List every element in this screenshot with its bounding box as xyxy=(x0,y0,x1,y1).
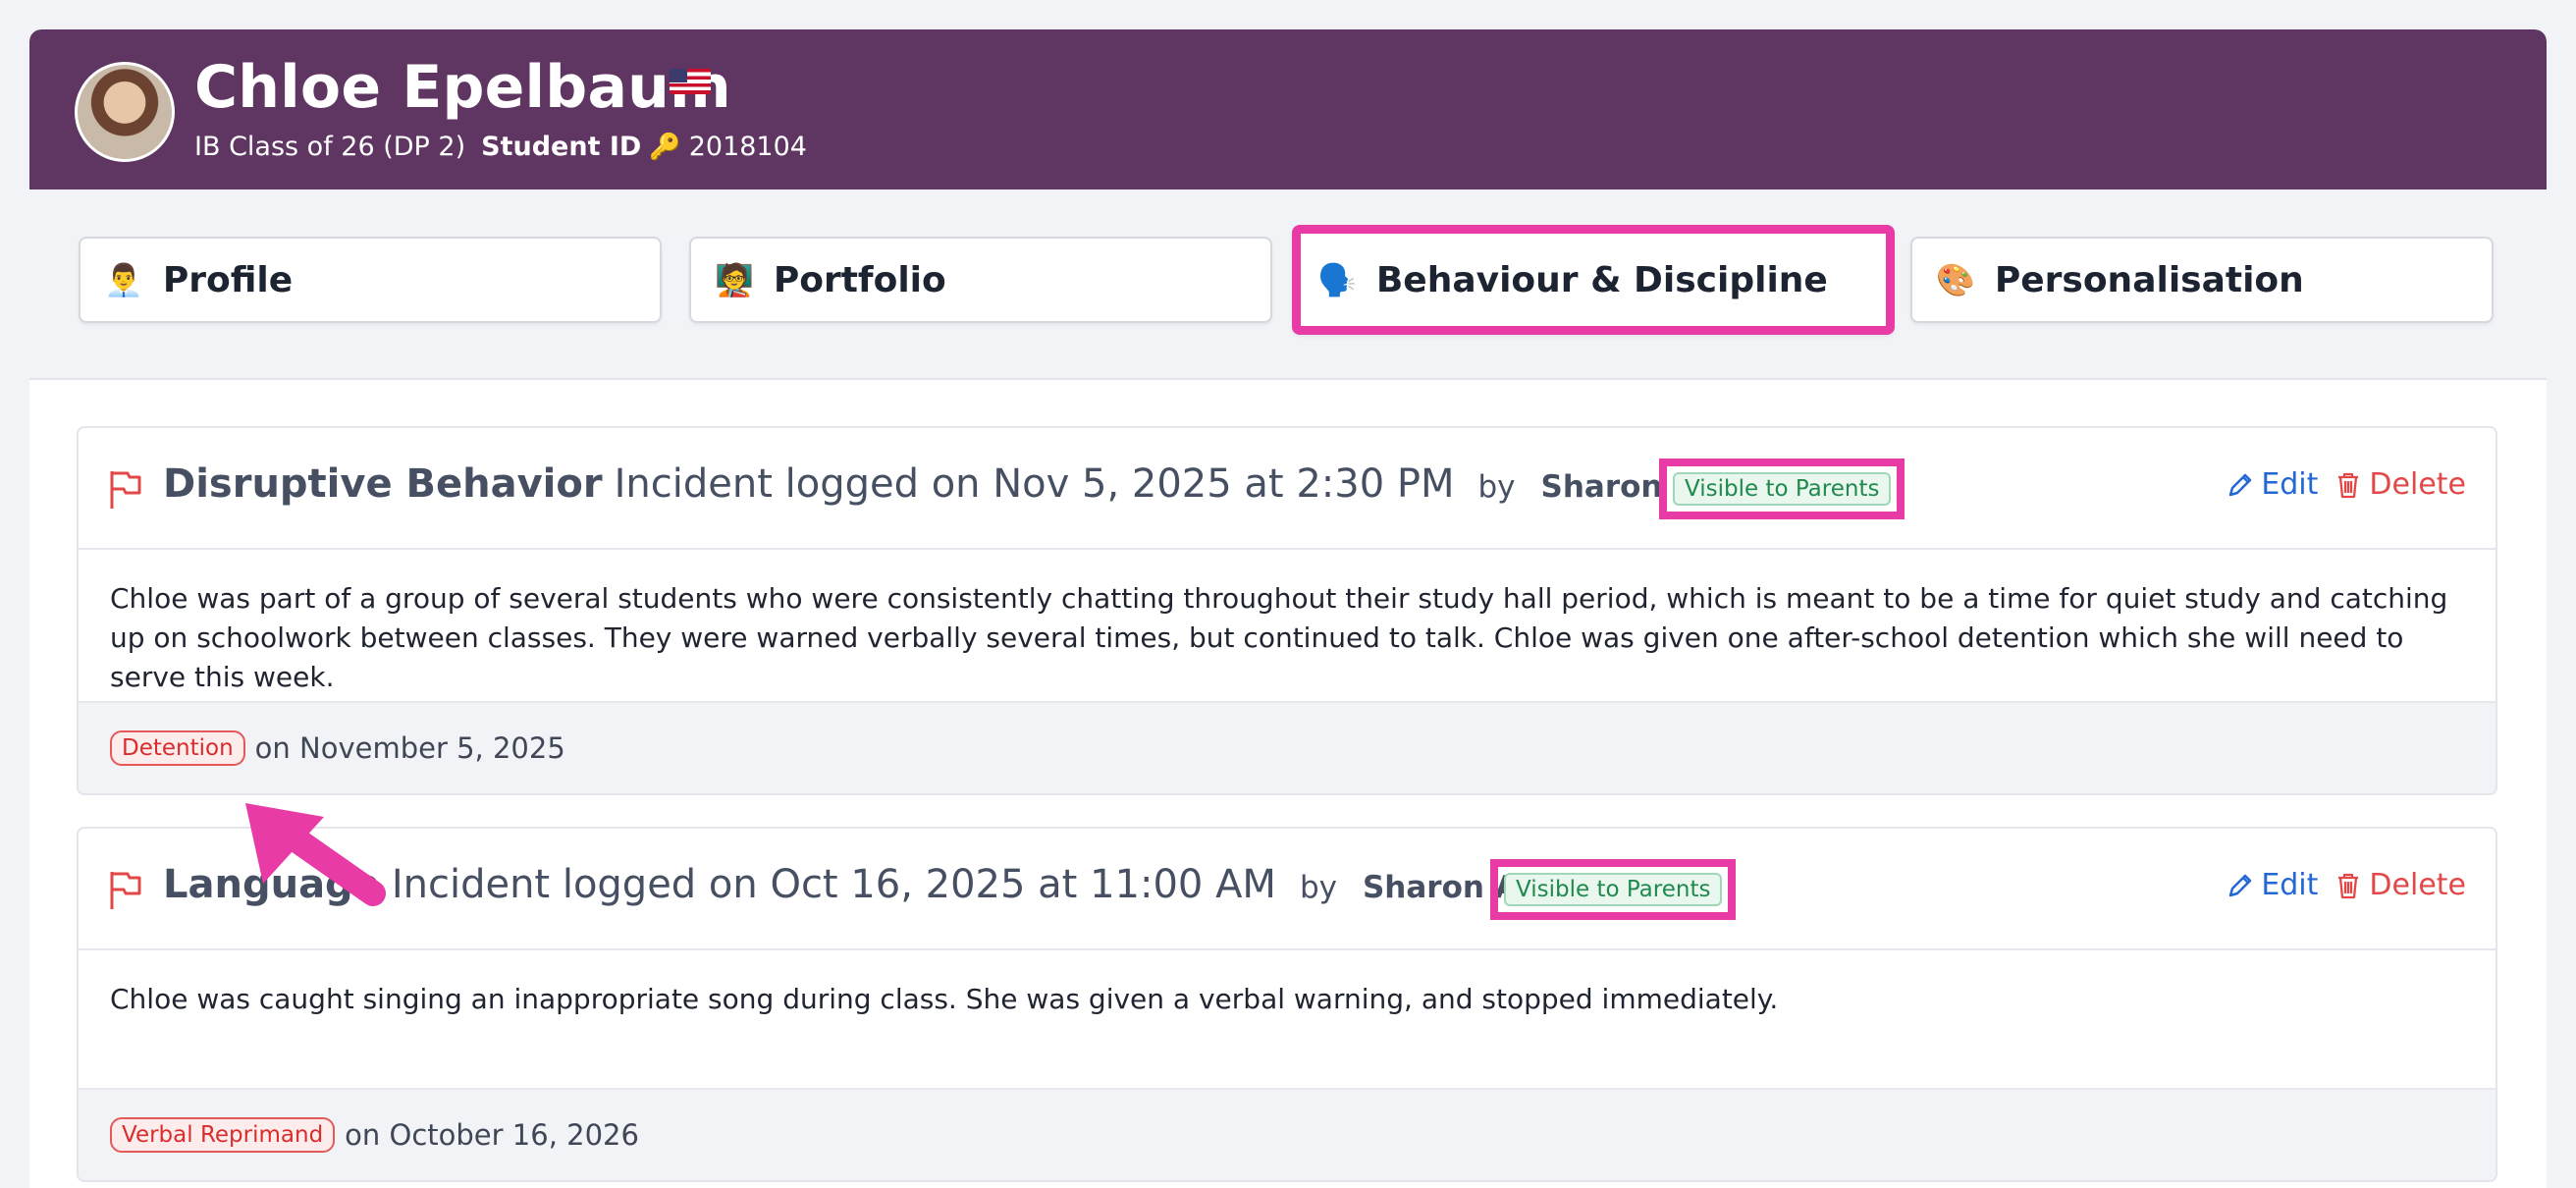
trash-icon xyxy=(2338,472,2359,498)
incident-by: by xyxy=(1477,469,1516,505)
tabs-bar: 👨‍💼 Profile 🧑‍🏫 Portfolio 🗣️ Behaviour &… xyxy=(29,189,2547,380)
incident-logged: Incident logged on Oct 16, 2025 at 11:00… xyxy=(391,862,1276,907)
annotation-arrow-icon xyxy=(245,803,386,906)
incident-card: Disruptive Behavior Incident logged on N… xyxy=(77,426,2497,795)
tab-label: Profile xyxy=(162,259,294,300)
portfolio-icon: 🧑‍🏫 xyxy=(715,261,754,298)
incident-header: Language Incident logged on Oct 16, 2025… xyxy=(79,829,2496,950)
edit-label: Edit xyxy=(2261,868,2319,902)
student-header: Chloe Epelbaum IB Class of 26 (DP 2) Stu… xyxy=(29,29,2547,189)
incident-header: Disruptive Behavior Incident logged on N… xyxy=(79,428,2496,550)
tab-personalisation[interactable]: 🎨 Personalisation xyxy=(1910,237,2494,323)
student-class: IB Class of 26 (DP 2) xyxy=(194,132,466,162)
student-id-value: 2018104 xyxy=(688,132,807,162)
edit-label: Edit xyxy=(2261,467,2319,502)
visibility-badge: Visible to Parents xyxy=(1673,472,1892,506)
tab-label: Portfolio xyxy=(773,259,946,300)
student-record-page: Chloe Epelbaum IB Class of 26 (DP 2) Stu… xyxy=(29,29,2547,1188)
us-flag-icon xyxy=(670,69,711,94)
tab-label: Personalisation xyxy=(1994,259,2304,300)
key-icon: 🔑 xyxy=(649,132,681,162)
edit-button[interactable]: Edit xyxy=(2226,467,2318,502)
incident-description: Chloe was caught singing an inappropriat… xyxy=(110,983,1779,1015)
avatar xyxy=(75,62,175,162)
incident-title: Disruptive Behavior Incident logged on N… xyxy=(163,461,1771,507)
student-id-label: Student ID xyxy=(481,132,642,162)
pencil-icon xyxy=(2229,473,2252,496)
tab-label: Behaviour & Discipline xyxy=(1375,259,1828,300)
incident-type: Disruptive Behavior xyxy=(163,461,603,507)
delete-label: Delete xyxy=(2369,467,2466,502)
visibility-highlight: Visible to Parents xyxy=(1490,859,1737,920)
student-name: Chloe Epelbaum xyxy=(194,53,731,122)
consequence-badge: Verbal Reprimand xyxy=(110,1117,336,1153)
delete-button[interactable]: Delete xyxy=(2334,467,2466,502)
incident-actions: Edit Delete xyxy=(2226,868,2466,902)
trash-icon xyxy=(2338,873,2359,898)
consequence-date: on November 5, 2025 xyxy=(254,731,565,765)
profile-icon: 👨‍💼 xyxy=(104,261,143,298)
pencil-icon xyxy=(2229,874,2252,896)
delete-button[interactable]: Delete xyxy=(2334,868,2466,902)
personalisation-icon: 🎨 xyxy=(1936,261,1975,298)
tab-behaviour-discipline[interactable]: 🗣️ Behaviour & Discipline xyxy=(1292,225,1895,335)
flag-icon xyxy=(110,872,141,909)
flag-icon xyxy=(110,471,141,509)
edit-button[interactable]: Edit xyxy=(2226,868,2318,902)
tab-profile[interactable]: 👨‍💼 Profile xyxy=(79,237,662,323)
student-meta: IB Class of 26 (DP 2) Student ID 🔑 20181… xyxy=(194,132,807,162)
consequence-badge: Detention xyxy=(110,730,245,766)
incident-description: Chloe was part of a group of several stu… xyxy=(110,582,2448,693)
visibility-badge: Visible to Parents xyxy=(1504,873,1723,906)
incident-actions: Edit Delete xyxy=(2226,467,2466,502)
delete-label: Delete xyxy=(2369,868,2466,902)
visibility-highlight: Visible to Parents xyxy=(1659,459,1905,519)
incident-footer: Detention on November 5, 2025 xyxy=(79,701,2496,793)
incident-by: by xyxy=(1299,870,1337,905)
tab-portfolio[interactable]: 🧑‍🏫 Portfolio xyxy=(689,237,1272,323)
incident-logged: Incident logged on Nov 5, 2025 at 2:30 P… xyxy=(614,461,1455,507)
incident-footer: Verbal Reprimand on October 16, 2026 xyxy=(79,1088,2496,1180)
behaviour-icon: 🗣️ xyxy=(1317,261,1357,298)
consequence-date: on October 16, 2026 xyxy=(345,1118,639,1152)
incident-card: Language Incident logged on Oct 16, 2025… xyxy=(77,827,2497,1182)
